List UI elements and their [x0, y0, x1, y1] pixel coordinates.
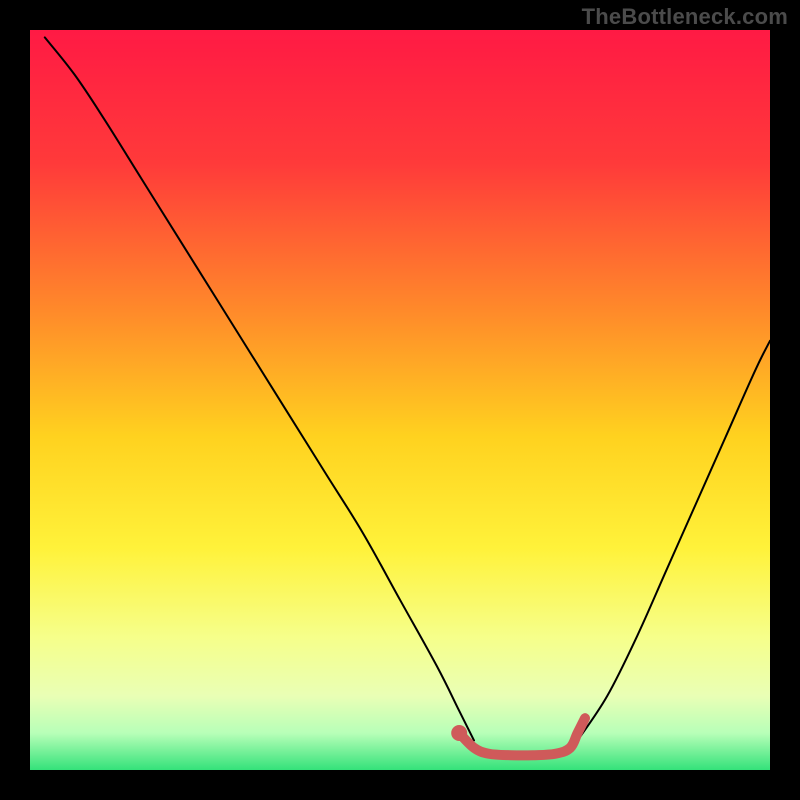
marker-layer — [451, 725, 467, 741]
bottleneck-chart — [0, 0, 800, 800]
optimum-dot — [451, 725, 467, 741]
chart-stage: TheBottleneck.com — [0, 0, 800, 800]
watermark-text: TheBottleneck.com — [582, 4, 788, 30]
plot-background — [30, 30, 770, 770]
